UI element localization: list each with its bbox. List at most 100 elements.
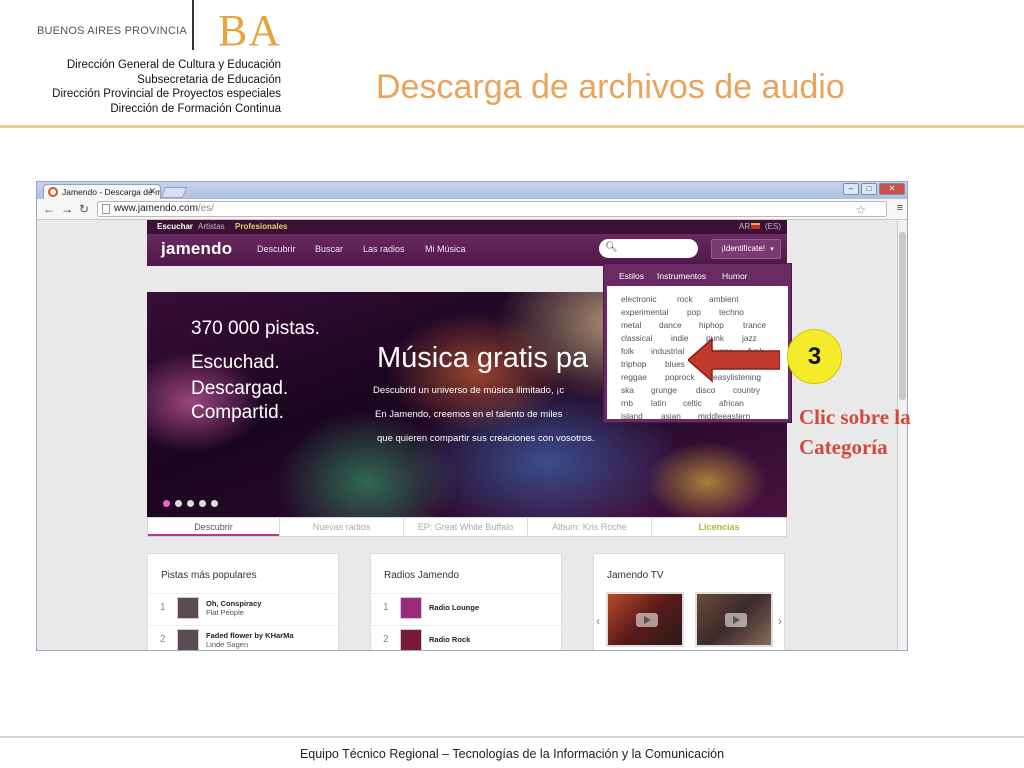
jamendo-tv-panel: Jamendo TV ‹ › [593, 553, 785, 650]
genre-link[interactable]: reggae [621, 372, 647, 382]
language-label[interactable]: (ES) [765, 222, 781, 231]
carousel-dot[interactable] [187, 500, 194, 507]
play-icon[interactable] [636, 613, 658, 627]
nav-buscar[interactable]: Buscar [315, 244, 343, 254]
radios-panel: Radios Jamendo 1 Radio Lounge 2 Radio Ro… [370, 553, 562, 650]
track-title[interactable]: Faded flower by KHarMa [206, 631, 294, 640]
genre-link[interactable]: middleeastern [698, 411, 750, 421]
tab-descubrir[interactable]: Descubrir [148, 518, 279, 536]
nav-las-radios[interactable]: Las radios [363, 244, 405, 254]
nav-mi-musica[interactable]: Mi Música [425, 244, 466, 254]
genre-link[interactable]: dance [659, 320, 682, 330]
language-code[interactable]: AR [739, 222, 750, 231]
url-host: www.jamendo.com [114, 203, 198, 214]
track-artist[interactable]: Linde Sagen [206, 640, 248, 649]
dropdown-tab-instrumentos[interactable]: Instrumentos [657, 271, 706, 281]
chevron-right-icon[interactable]: › [778, 614, 782, 628]
jamendo-logo[interactable]: jamendo [161, 239, 232, 259]
ba-logo: BA [218, 6, 282, 55]
forward-icon[interactable]: → [61, 202, 73, 216]
dropdown-tab-estilos[interactable]: Estilos [619, 271, 644, 281]
genre-link[interactable]: indie [671, 333, 689, 343]
carousel-dot[interactable] [175, 500, 182, 507]
genre-link[interactable]: grunge [651, 385, 677, 395]
genre-link[interactable]: latin [651, 398, 666, 408]
radio-title[interactable]: Radio Rock [429, 635, 470, 644]
flag-icon[interactable] [751, 223, 760, 229]
genre-link[interactable]: hiphop [699, 320, 724, 330]
hero-subtext: Descubrid un universo de música ilimitad… [373, 385, 565, 396]
nav-descubrir[interactable]: Descubrir [257, 244, 296, 254]
genre-link[interactable]: folk [621, 346, 634, 356]
tab-ep[interactable]: EP: Great White Buffalo [403, 518, 527, 536]
radio-cover[interactable] [400, 597, 422, 619]
genre-link[interactable]: disco [696, 385, 715, 395]
topline-artistas-link[interactable]: Artistas [198, 222, 225, 231]
track-artist[interactable]: Flat People [206, 608, 244, 617]
step-badge: 3 [787, 329, 842, 384]
genre-link[interactable]: techno [719, 307, 744, 317]
chevron-left-icon[interactable]: ‹ [596, 614, 600, 628]
annotation-line: Categoría [799, 435, 888, 459]
play-icon[interactable] [725, 613, 747, 627]
list-item[interactable]: 1 Radio Lounge [371, 593, 561, 622]
list-item[interactable]: 1 Oh, Conspiracy Flat People [148, 593, 338, 622]
search-input[interactable]: 🔍︎ [599, 239, 698, 258]
rank-number: 1 [383, 602, 389, 613]
genre-link[interactable]: experimental [621, 307, 669, 317]
video-thumbnail[interactable] [695, 592, 773, 647]
genre-link[interactable]: pop [687, 307, 701, 317]
login-button[interactable]: ¡Identifícate! ▾ [711, 239, 781, 259]
genre-link[interactable]: electronic [621, 294, 657, 304]
new-tab-button[interactable] [160, 187, 188, 198]
carousel-dot[interactable] [211, 500, 218, 507]
scrollbar-thumb[interactable] [899, 232, 906, 400]
genre-link[interactable]: trance [743, 320, 766, 330]
genre-link[interactable]: classical [621, 333, 652, 343]
track-title[interactable]: Oh, Conspiracy [206, 599, 261, 608]
video-thumbnail[interactable] [606, 592, 684, 647]
logo-divider [192, 0, 194, 50]
footer-divider [0, 736, 1024, 738]
genre-link[interactable]: asian [661, 411, 681, 421]
genre-link[interactable]: rock [677, 294, 693, 304]
genre-link[interactable]: country [733, 385, 760, 395]
genre-link[interactable]: industrial [651, 346, 684, 356]
tab-album[interactable]: Álbum: Kris Roche [527, 518, 651, 536]
star-icon[interactable]: ☆ [855, 203, 866, 217]
radio-cover[interactable] [400, 629, 422, 650]
genre-link[interactable]: celtic [683, 398, 702, 408]
reload-icon[interactable]: ↻ [79, 202, 89, 216]
hero-tabs: Descubrir Nuevas radios EP: Great White … [147, 517, 787, 537]
menu-icon[interactable]: ≡ [897, 202, 903, 214]
genre-link[interactable]: ska [621, 385, 634, 395]
dropdown-tab-humor[interactable]: Humor [722, 271, 748, 281]
genre-link[interactable]: african [719, 398, 744, 408]
maximize-icon[interactable]: □ [861, 183, 877, 195]
back-icon[interactable]: ← [43, 202, 55, 216]
close-window-icon[interactable]: ✕ [879, 183, 905, 195]
genre-link-blues[interactable]: blues [665, 359, 685, 369]
genre-link[interactable]: island [621, 411, 643, 421]
list-item[interactable]: 2 Radio Rock [371, 625, 561, 650]
carousel-dot[interactable] [163, 500, 170, 507]
tab-close-icon[interactable]: ✕ [148, 186, 156, 197]
tab-licencias[interactable]: Licencias [651, 518, 786, 536]
minimize-icon[interactable]: – [843, 183, 859, 195]
genre-link[interactable]: ambient [709, 294, 739, 304]
list-item[interactable]: 2 Faded flower by KHarMa Linde Sagen [148, 625, 338, 650]
carousel-dot[interactable] [199, 500, 206, 507]
genre-link[interactable]: metal [621, 320, 641, 330]
topline-escuchar-link[interactable]: Escuchar [157, 222, 193, 231]
browser-tab[interactable]: Jamendo - Descarga de m ✕ [43, 184, 161, 199]
album-cover[interactable] [177, 597, 199, 619]
genre-link[interactable]: triphop [621, 359, 646, 369]
topline-profesionales-link[interactable]: Profesionales [235, 222, 287, 231]
album-cover[interactable] [177, 629, 199, 650]
genre-link[interactable]: rnb [621, 398, 633, 408]
address-bar[interactable]: www.jamendo.com/es/ ☆ [97, 201, 887, 217]
hero-subtext: En Jamendo, creemos en el talento de mil… [375, 409, 563, 420]
hero-headline: Música gratis pa [377, 342, 589, 374]
radio-title[interactable]: Radio Lounge [429, 603, 479, 612]
tab-nuevas-radios[interactable]: Nuevas radios [279, 518, 403, 536]
